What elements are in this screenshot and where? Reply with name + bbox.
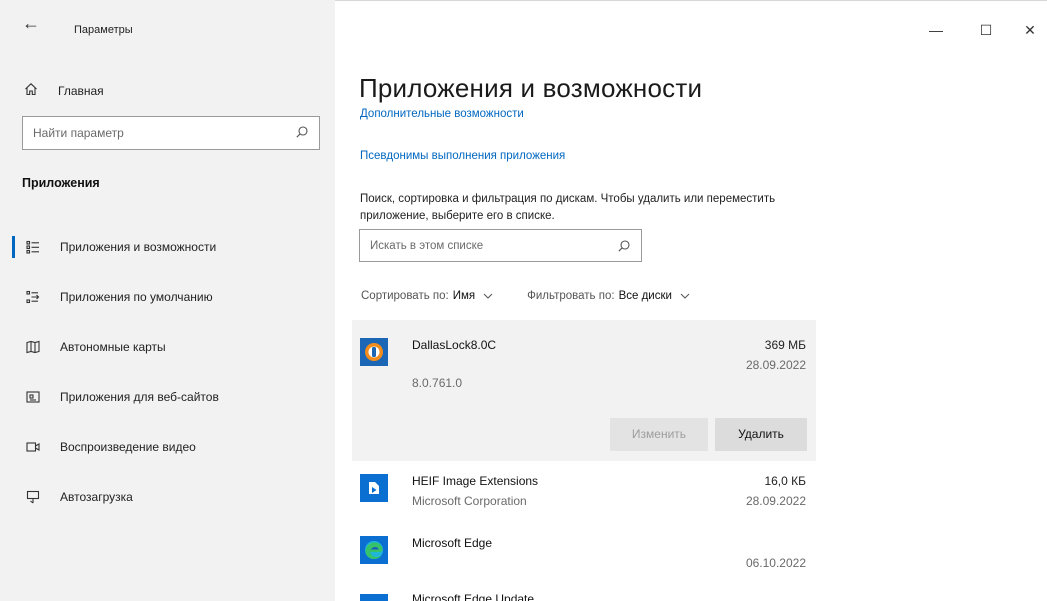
app-name: DallasLock8.0C	[412, 338, 497, 352]
app-publisher: Microsoft Corporation	[412, 494, 527, 508]
sort-label: Сортировать по:	[361, 290, 449, 302]
startup-icon	[26, 490, 40, 504]
app-execution-aliases-link[interactable]: Псевдонимы выполнения приложения	[360, 150, 565, 162]
app-size: 369 МБ	[764, 338, 806, 352]
sidebar-section-title: Приложения	[22, 176, 100, 190]
app-list-item[interactable]: Microsoft Edge 06.10.2022	[352, 530, 816, 592]
home-icon	[24, 82, 46, 100]
uninstall-button[interactable]: Удалить	[715, 418, 807, 451]
settings-search-box[interactable]	[22, 116, 320, 150]
back-arrow-icon[interactable]: ←	[22, 14, 42, 32]
sidebar-item-apps-for-websites[interactable]: Приложения для веб-сайтов	[0, 372, 335, 422]
filter-value: Все диски	[618, 290, 672, 302]
microsoft-edge-update-icon	[360, 594, 388, 601]
sidebar-item-startup[interactable]: Автозагрузка	[0, 472, 335, 522]
search-icon[interactable]	[617, 239, 631, 253]
heif-extension-icon	[360, 474, 388, 502]
home-label: Главная	[58, 84, 104, 98]
modify-button[interactable]: Изменить	[610, 418, 708, 451]
sidebar-item-video-playback[interactable]: Воспроизведение видео	[0, 422, 335, 472]
offline-maps-icon	[26, 340, 40, 354]
sort-value: Имя	[452, 290, 476, 302]
sidebar-item-label: Воспроизведение видео	[60, 440, 196, 454]
app-list-search-input[interactable]	[370, 237, 600, 255]
app-name: HEIF Image Extensions	[412, 474, 539, 488]
app-size: 16,0 КБ	[764, 474, 806, 488]
sidebar: ← Параметры Главная Приложения Приложени…	[0, 0, 335, 601]
sidebar-item-label: Приложения по умолчанию	[60, 290, 213, 304]
sidebar-item-label: Приложения и возможности	[60, 240, 217, 254]
sidebar-item-default-apps[interactable]: Приложения по умолчанию	[0, 272, 335, 322]
chevron-down-icon	[680, 291, 690, 302]
sidebar-item-label: Автономные карты	[60, 340, 166, 354]
app-list-search-box[interactable]	[359, 229, 642, 262]
page-title: Приложения и возможности	[359, 73, 703, 103]
app-list-item[interactable]: HEIF Image Extensions Microsoft Corporat…	[352, 466, 816, 528]
home-nav-item[interactable]: Главная	[24, 81, 104, 101]
sidebar-item-apps-features[interactable]: Приложения и возможности	[0, 222, 335, 272]
apps-features-icon	[26, 240, 40, 254]
app-version: 8.0.761.0	[412, 376, 463, 390]
apps-for-websites-icon	[26, 390, 40, 404]
sort-filter-bar: Сортировать по: Имя Фильтровать по: Все …	[361, 290, 690, 302]
title-bar: ← Параметры	[0, 0, 335, 40]
sidebar-item-label: Автозагрузка	[60, 490, 133, 504]
chevron-down-icon	[483, 291, 493, 302]
app-list-item[interactable]: Microsoft Edge Update	[352, 592, 816, 601]
app-date: 28.09.2022	[745, 358, 806, 372]
microsoft-edge-icon	[360, 536, 388, 564]
app-name: Microsoft Edge	[412, 536, 493, 550]
filter-label: Фильтровать по:	[527, 290, 615, 302]
app-date: 06.10.2022	[745, 556, 806, 570]
description-text: Поиск, сортировка и фильтрация по дискам…	[360, 193, 776, 222]
video-playback-icon	[26, 440, 40, 454]
default-apps-icon	[26, 290, 40, 304]
settings-search-input[interactable]	[33, 124, 283, 142]
window-title: Параметры	[74, 24, 133, 36]
app-list-item-selected[interactable]: DallasLock8.0C 369 МБ 28.09.2022 8.0.761…	[352, 320, 816, 461]
optional-features-link[interactable]: Дополнительные возможности	[360, 108, 524, 120]
sidebar-item-label: Приложения для веб-сайтов	[60, 390, 219, 404]
dallaslock-app-icon	[360, 338, 388, 366]
app-name: Microsoft Edge Update	[412, 592, 535, 601]
search-icon[interactable]	[295, 125, 309, 139]
sidebar-nav: Приложения и возможности Приложения по у…	[0, 222, 335, 522]
sidebar-item-offline-maps[interactable]: Автономные карты	[0, 322, 335, 372]
main-content: Приложения и возможности Дополнительные …	[335, 0, 1047, 601]
filter-dropdown[interactable]: Фильтровать по: Все диски	[527, 290, 690, 302]
app-date: 28.09.2022	[745, 494, 806, 508]
settings-window: ← Параметры Главная Приложения Приложени…	[0, 0, 1047, 601]
sort-dropdown[interactable]: Сортировать по: Имя	[361, 290, 493, 302]
